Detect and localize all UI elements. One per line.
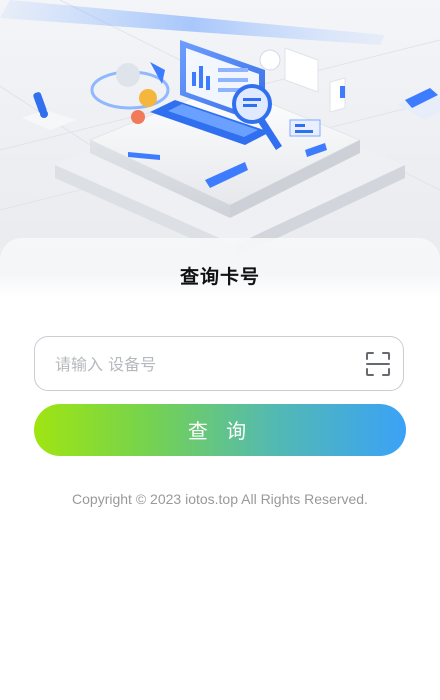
page-title: 查询卡号 <box>179 266 260 288</box>
device-number-input[interactable] <box>53 337 357 392</box>
scan-icon[interactable] <box>365 351 391 377</box>
query-card-page: 查询卡号 查 询 Copyright © 2023 iotos.top All … <box>0 0 440 700</box>
copyright-text: Copyright © 2023 iotos.top All Rights Re… <box>72 491 368 507</box>
scan-icon-glyph <box>366 352 390 376</box>
query-button[interactable]: 查 询 <box>34 404 406 456</box>
device-input-container <box>34 336 404 392</box>
